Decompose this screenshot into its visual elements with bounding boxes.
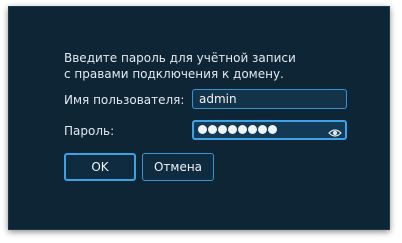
message-line-2: с правами подключения к домену.	[64, 67, 284, 81]
password-dot	[228, 125, 237, 134]
password-dot	[218, 125, 227, 134]
cancel-button[interactable]: Отмена	[142, 153, 214, 181]
password-dot	[268, 125, 277, 134]
password-mask	[198, 125, 277, 135]
domain-auth-dialog: Введите пароль для учётной записи с прав…	[8, 6, 390, 230]
password-field[interactable]	[192, 120, 347, 140]
password-dot	[258, 125, 267, 134]
password-dot	[208, 125, 217, 134]
password-label: Пароль:	[64, 124, 115, 138]
password-dot	[198, 125, 207, 134]
message-line-1: Введите пароль для учётной записи	[64, 51, 296, 65]
dialog-message: Введите пароль для учётной записи с прав…	[64, 50, 374, 82]
password-dot	[238, 125, 247, 134]
eye-icon[interactable]	[328, 124, 342, 137]
password-dot	[248, 125, 257, 134]
username-field[interactable]: admin	[192, 89, 347, 109]
username-label: Имя пользователя:	[64, 93, 185, 107]
ok-button[interactable]: OK	[64, 153, 136, 181]
username-value: admin	[199, 92, 237, 106]
